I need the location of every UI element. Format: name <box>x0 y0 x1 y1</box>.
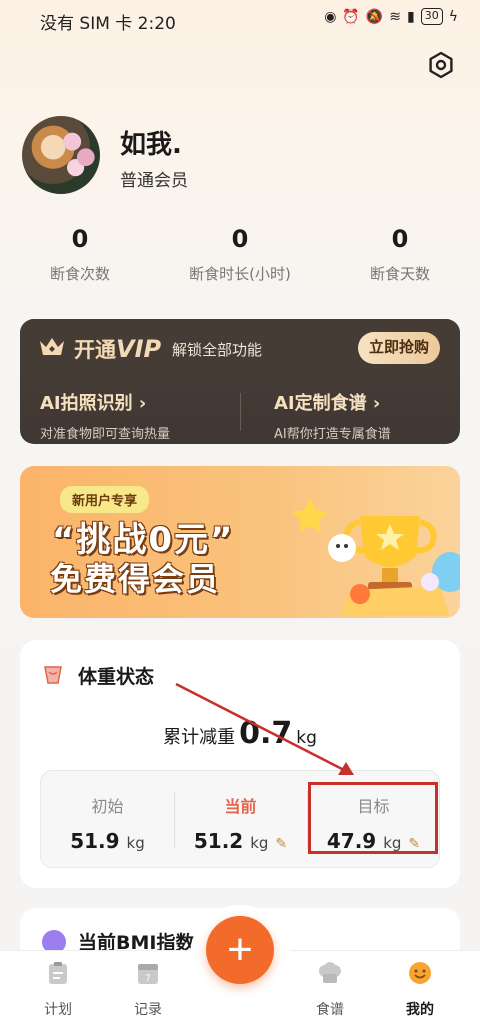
current-weight-label: 当前 <box>224 797 257 816</box>
tab-recipes[interactable]: 食谱 <box>300 961 360 1019</box>
vip-card[interactable]: 开通VIP 解锁全部功能 立即抢购 AI拍照识别 › 对准食物即可查询热量 AI… <box>20 319 460 444</box>
sim-alert-icon: ▮ <box>407 8 415 25</box>
stat-fast-count[interactable]: 0 断食次数 <box>10 225 150 284</box>
eye-icon: ◉ <box>324 8 337 25</box>
alarm-icon: ⏰ <box>342 8 360 25</box>
divider <box>240 393 241 431</box>
stat-fast-hours[interactable]: 0 断食时长(小时) <box>170 225 310 284</box>
tab-label: 食谱 <box>316 1002 344 1018</box>
cumulative-loss-label: 累计减重 <box>163 727 236 748</box>
vip-feature-title: AI定制食谱 › <box>274 393 381 414</box>
vip-feature-title: AI拍照识别 › <box>40 393 147 414</box>
initial-weight-label: 初始 <box>91 797 124 816</box>
add-button[interactable]: + <box>206 916 274 984</box>
smiley-icon <box>409 962 431 984</box>
username: 如我. <box>120 130 182 160</box>
status-icons: ◉ ⏰ 🔕 ≋ ▮ 30 ϟ <box>324 8 458 25</box>
avatar-flowers <box>62 126 96 178</box>
tab-label: 计划 <box>44 1002 72 1018</box>
stat-fast-days[interactable]: 0 断食天数 <box>330 225 470 284</box>
tab-record[interactable]: 7 记录 <box>118 961 178 1019</box>
mute-icon: 🔕 <box>365 8 384 25</box>
vip-title-vip: VIP <box>116 335 162 363</box>
initial-weight-unit: kg <box>126 834 145 852</box>
stat-value: 0 <box>231 225 249 253</box>
tab-label: 记录 <box>134 1002 162 1018</box>
banner-tag: 新用户专享 <box>60 486 150 513</box>
battery-icon: 30 <box>420 8 443 25</box>
settings-icon[interactable] <box>426 50 456 80</box>
current-weight-unit: kg <box>250 834 269 852</box>
cumulative-loss-unit: kg <box>296 728 317 748</box>
vip-feature-desc: 对准食物即可查询热量 <box>40 427 171 442</box>
tab-mine[interactable]: 我的 <box>390 961 450 1019</box>
charging-icon: ϟ <box>448 8 458 25</box>
status-carrier-time: 没有 SIM 卡 2:20 <box>40 14 176 34</box>
trophy-illustration <box>292 498 460 616</box>
scale-icon <box>44 666 62 684</box>
weight-status-title: 体重状态 <box>78 666 155 688</box>
vip-header: 开通VIP 解锁全部功能 立即抢购 <box>20 319 460 377</box>
tab-label: 我的 <box>406 1002 434 1018</box>
edit-current-weight-icon[interactable]: ✎ <box>275 836 287 852</box>
stat-label: 断食次数 <box>49 265 110 283</box>
clipboard-icon <box>49 962 67 984</box>
promo-banner[interactable]: 新用户专享 “挑战0元” 免费得会员 <box>20 466 460 618</box>
vip-subtitle: 解锁全部功能 <box>172 341 263 359</box>
status-bar: 没有 SIM 卡 2:20 ◉ ⏰ 🔕 ≋ ▮ 30 ϟ <box>0 0 480 38</box>
tab-plan[interactable]: 计划 <box>28 961 88 1019</box>
avatar[interactable] <box>22 116 100 194</box>
stat-label: 断食时长(小时) <box>189 265 291 283</box>
current-weight-number: 51.2 <box>193 829 244 853</box>
vip-feature-ai-photo[interactable]: AI拍照识别 › 对准食物即可查询热量 <box>40 389 170 442</box>
current-weight[interactable]: 当前 51.2 kg ✎ <box>174 771 307 869</box>
svg-text:7: 7 <box>145 974 151 984</box>
member-level: 普通会员 <box>120 171 188 191</box>
vip-title-prefix: 开通 <box>74 338 116 362</box>
stat-value: 0 <box>71 225 89 253</box>
buy-now-button[interactable]: 立即抢购 <box>358 332 440 364</box>
wifi-icon: ≋ <box>389 8 402 25</box>
chef-hat-icon <box>319 962 341 983</box>
target-highlight-box <box>308 782 438 854</box>
calendar-icon: 7 <box>138 964 158 984</box>
weight-status-card: 体重状态 累计减重 0.7 kg 初始 51.9 kg 当前 51.2 kg ✎ 目… <box>20 640 460 888</box>
vip-title: 开通VIP <box>74 334 161 364</box>
crown-icon <box>40 338 64 355</box>
vip-feature-desc: AI帮你打造专属食谱 <box>274 427 391 442</box>
stat-label: 断食天数 <box>369 265 430 283</box>
initial-weight-number: 51.9 <box>70 829 120 853</box>
banner-subheadline: 免费得会员 <box>50 560 221 598</box>
initial-weight-value: 51.9 kg <box>41 829 174 853</box>
stats-row: 0 断食次数 0 断食时长(小时) 0 断食天数 <box>0 225 480 295</box>
cumulative-loss: 累计减重 0.7 kg <box>20 716 460 751</box>
initial-weight: 初始 51.9 kg <box>41 771 174 869</box>
current-weight-value: 51.2 kg ✎ <box>174 829 307 853</box>
stat-value: 0 <box>391 225 409 253</box>
vip-feature-ai-recipe[interactable]: AI定制食谱 › AI帮你打造专属食谱 <box>274 389 391 442</box>
cumulative-loss-value: 0.7 <box>239 716 293 751</box>
